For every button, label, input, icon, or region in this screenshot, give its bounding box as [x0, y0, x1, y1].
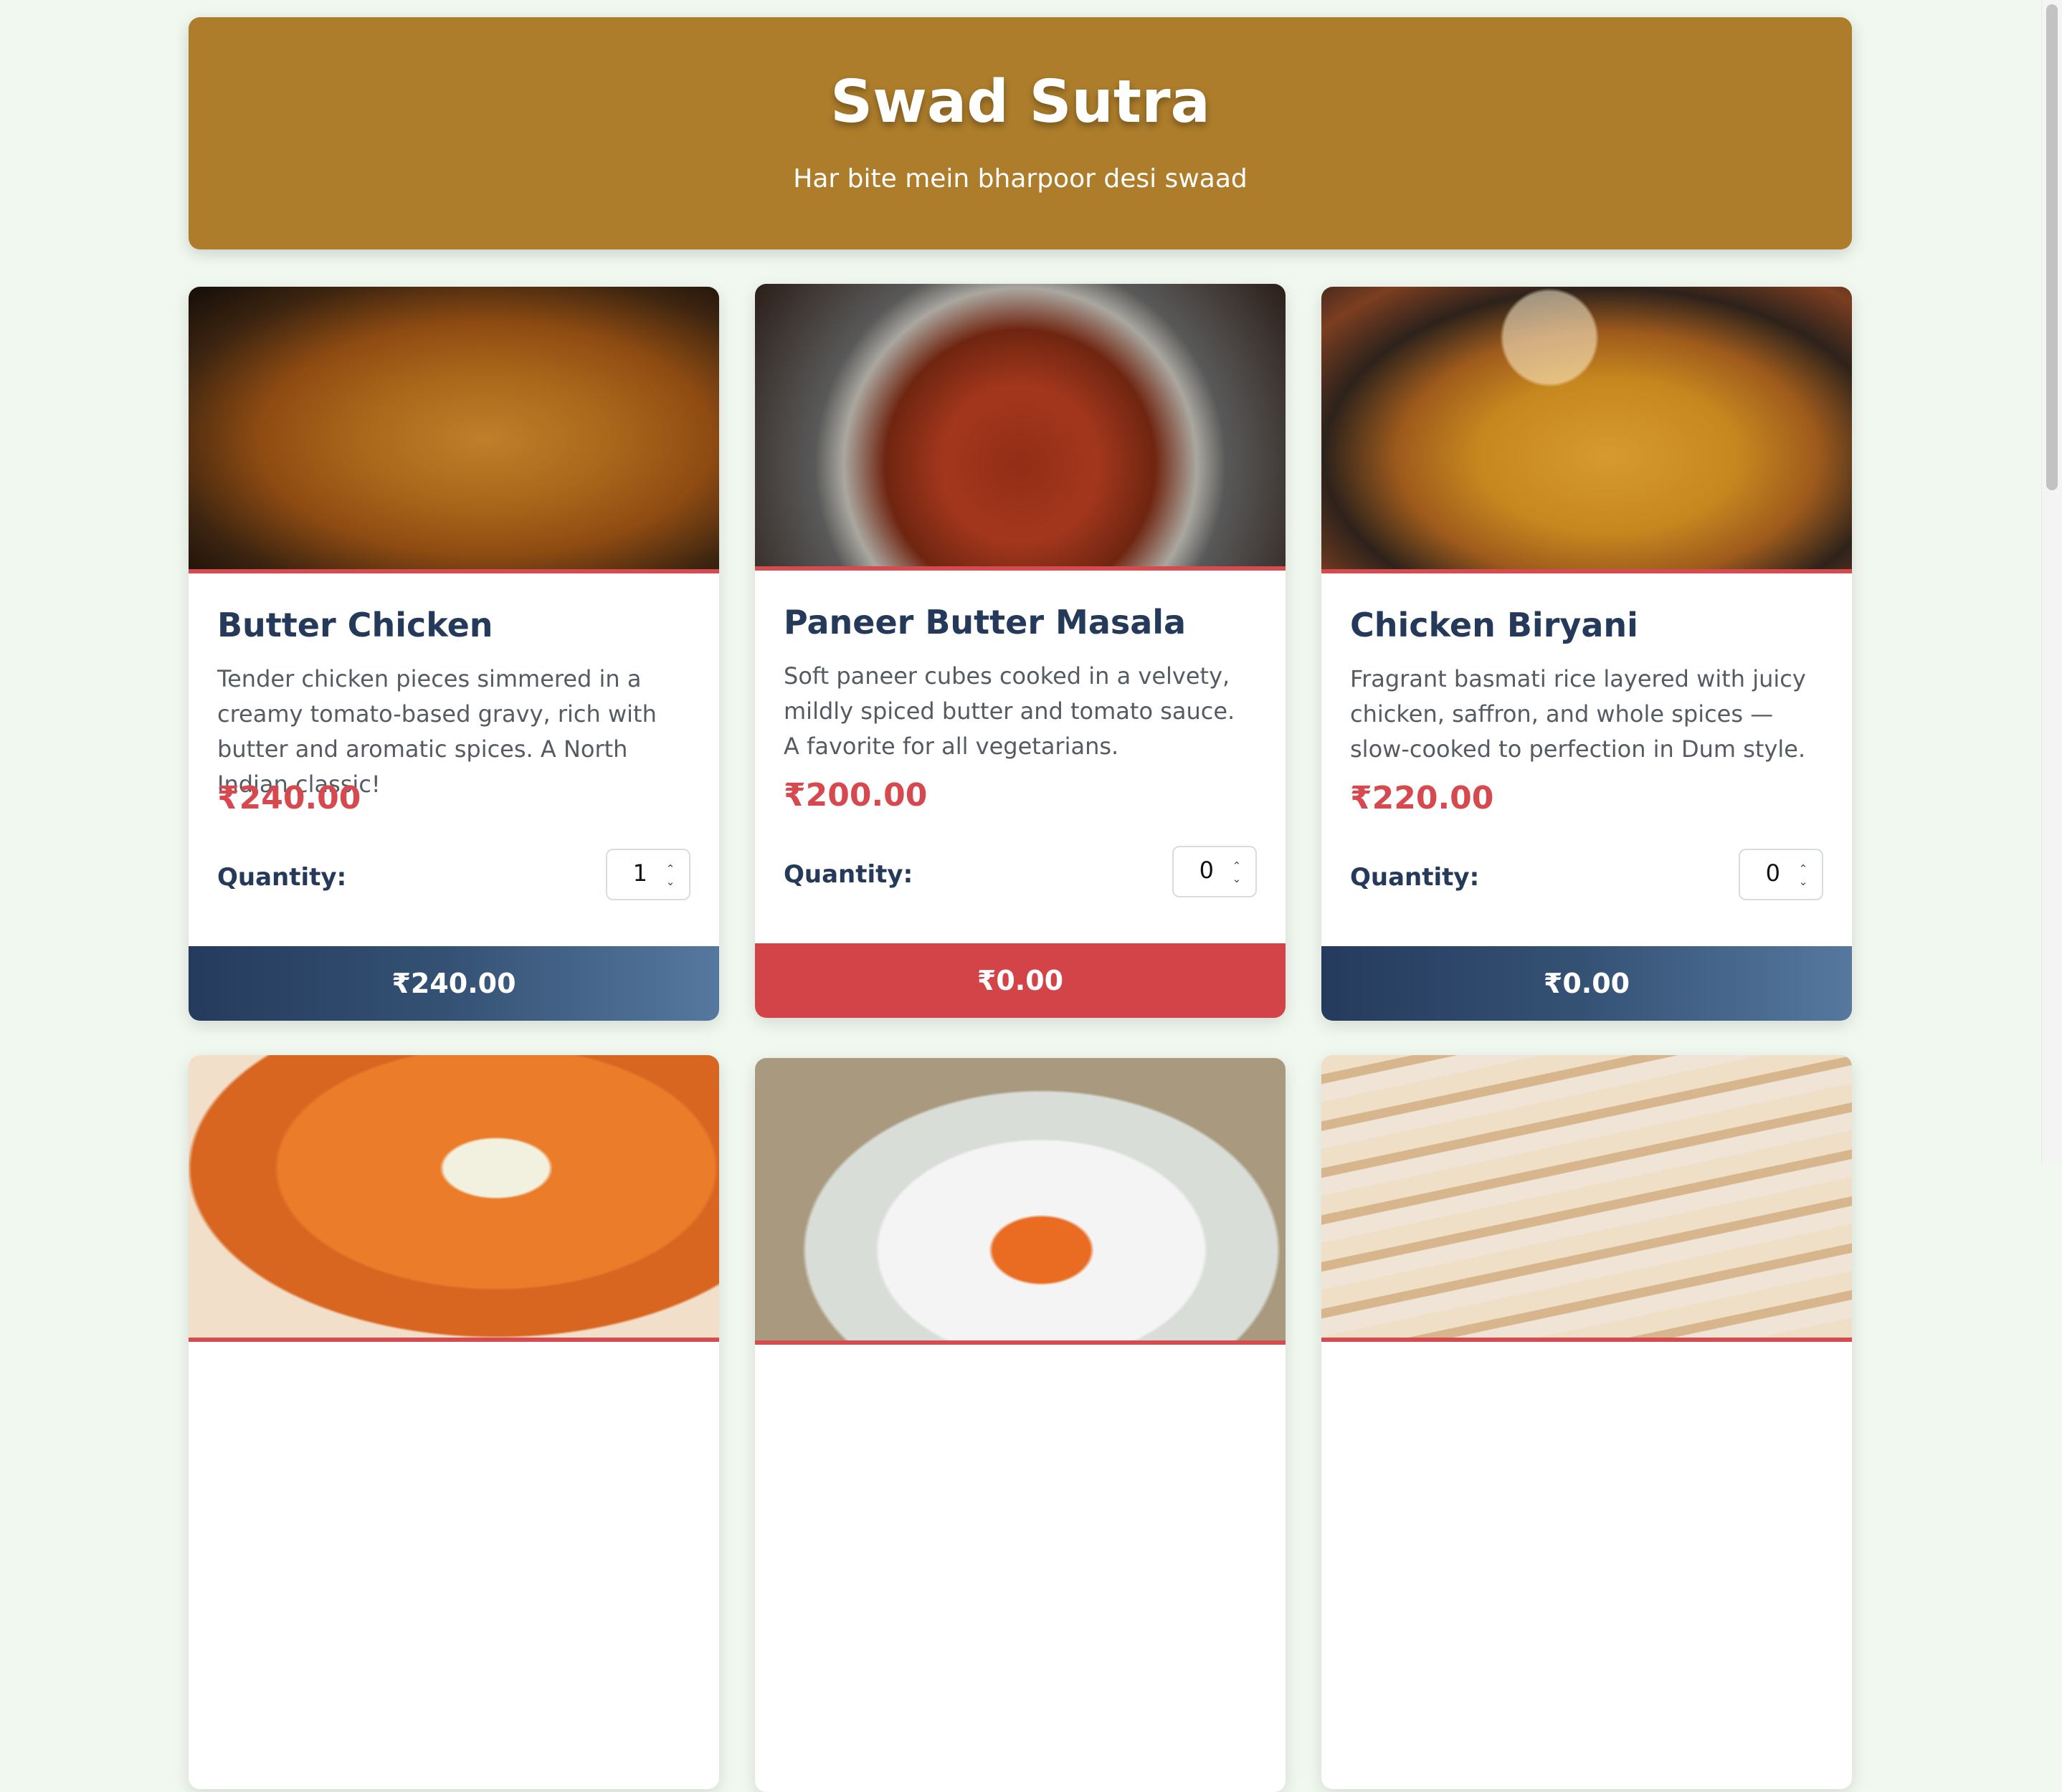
- chicken-biryani-image: chicken-biryani-image-icon: [1321, 287, 1852, 573]
- quantity-stepper[interactable]: 0 ⌃ ⌄: [1739, 849, 1823, 900]
- menu-card-paneer-butter-masala: paneer-butter-masala-image-icon Paneer B…: [755, 284, 1286, 1018]
- scrollbar-thumb[interactable]: [2046, 4, 2058, 490]
- dish-name: Butter Chicken: [217, 606, 493, 644]
- image-icon: naan-bread-image-icon: [1838, 1065, 1839, 1066]
- line-total: ₹0.00: [1321, 946, 1852, 1021]
- chevron-up-icon[interactable]: ⌃: [1795, 862, 1812, 875]
- menu-page: Swad Sutra Har bite mein bharpoor desi s…: [189, 17, 1852, 1792]
- dish-price: ₹240.00: [217, 780, 361, 816]
- menu-card-chicken-biryani: chicken-biryani-image-icon Chicken Birya…: [1321, 287, 1852, 1021]
- chevron-down-icon[interactable]: ⌄: [1795, 875, 1812, 888]
- quantity-stepper[interactable]: 0 ⌃ ⌄: [1172, 846, 1257, 897]
- orange-curry-image: orange-curry-image-icon: [189, 1055, 719, 1342]
- rice-plate-image: rice-plate-image-icon: [755, 1058, 1286, 1345]
- quantity-label: Quantity:: [1350, 863, 1480, 892]
- chevron-down-icon[interactable]: ⌄: [1228, 872, 1245, 885]
- image-icon: paneer-butter-masala-image-icon: [1272, 294, 1273, 295]
- site-header: Swad Sutra Har bite mein bharpoor desi s…: [189, 17, 1852, 249]
- menu-card-body: Butter Chicken Tender chicken pieces sim…: [189, 573, 719, 940]
- quantity-value[interactable]: 0: [1199, 859, 1214, 882]
- menu-card-partial: rice-plate-image-icon: [755, 1058, 1286, 1792]
- vertical-scrollbar[interactable]: [2041, 0, 2062, 1164]
- menu-card-butter-chicken: butter-chicken-image-icon Butter Chicken…: [189, 287, 719, 1021]
- dish-price: ₹220.00: [1350, 780, 1494, 816]
- chevron-up-icon[interactable]: ⌃: [662, 862, 679, 875]
- stepper-icon[interactable]: ⌃ ⌄: [1228, 859, 1245, 887]
- butter-chicken-image: butter-chicken-image-icon: [189, 287, 719, 573]
- quantity-stepper[interactable]: 1 ⌃ ⌄: [606, 849, 690, 900]
- stepper-icon[interactable]: ⌃ ⌄: [1795, 862, 1812, 890]
- paneer-butter-masala-image: paneer-butter-masala-image-icon: [755, 284, 1286, 571]
- quantity-value[interactable]: 1: [633, 862, 647, 885]
- menu-card-body: Paneer Butter Masala Soft paneer cubes c…: [755, 571, 1286, 938]
- menu-card-partial: orange-curry-image-icon: [189, 1055, 719, 1789]
- line-total: ₹240.00: [189, 946, 719, 1021]
- line-total: ₹0.00: [755, 943, 1286, 1018]
- quantity-label: Quantity:: [217, 863, 347, 892]
- image-icon: orange-curry-image-icon: [705, 1065, 706, 1066]
- chevron-down-icon[interactable]: ⌄: [662, 875, 679, 888]
- stepper-icon[interactable]: ⌃ ⌄: [662, 862, 679, 890]
- image-icon: rice-plate-image-icon: [1272, 1068, 1273, 1069]
- dish-description: Soft paneer cubes cooked in a velvety, m…: [784, 662, 1235, 760]
- dish-name: Chicken Biryani: [1350, 606, 1638, 644]
- menu-grid: butter-chicken-image-icon Butter Chicken…: [189, 284, 1852, 1792]
- dish-name: Paneer Butter Masala: [784, 603, 1187, 642]
- chevron-up-icon[interactable]: ⌃: [1228, 859, 1245, 872]
- dish-price: ₹200.00: [784, 777, 928, 814]
- naan-bread-image: naan-bread-image-icon: [1321, 1055, 1852, 1342]
- quantity-value[interactable]: 0: [1766, 862, 1780, 885]
- menu-card-partial: naan-bread-image-icon: [1321, 1055, 1852, 1789]
- dish-description: Fragrant basmati rice layered with juicy…: [1350, 664, 1806, 763]
- menu-card-body: Chicken Biryani Fragrant basmati rice la…: [1321, 573, 1852, 940]
- restaurant-tagline: Har bite mein bharpoor desi swaad: [793, 164, 1248, 194]
- restaurant-title: Swad Sutra: [830, 68, 1210, 136]
- quantity-label: Quantity:: [784, 860, 913, 889]
